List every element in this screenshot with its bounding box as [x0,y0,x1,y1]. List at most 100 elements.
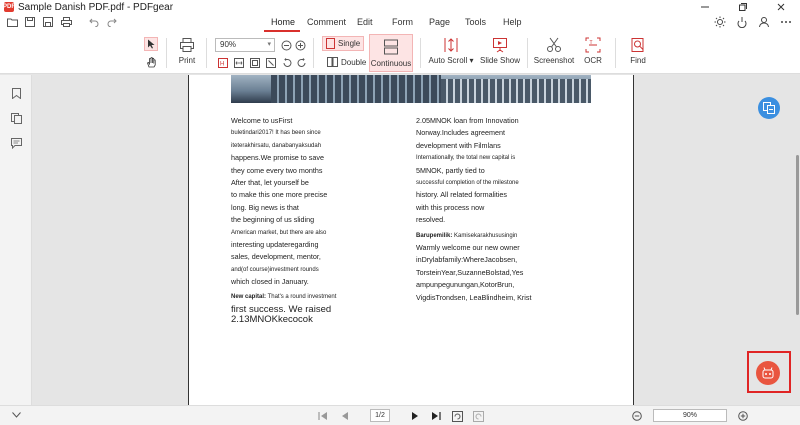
text-line: successful completion of the milestone [416,180,519,187]
continuous-label: Continuous [370,59,412,68]
tab-edit[interactable]: Edit [357,17,373,27]
robot-icon [762,367,774,379]
svg-text:T: T [590,40,593,46]
previous-page-button[interactable] [339,410,351,422]
building-image [231,75,591,103]
slide-show-button[interactable]: Slide Show [480,37,520,65]
new-capital-line: New capital: That's a round investment [231,293,337,300]
title-bar: PDF Sample Danish PDF.pdf - PDFgear [0,0,800,14]
more-icon[interactable] [780,16,792,28]
rotate-left-icon [283,58,292,67]
text-line: to make this one more precise [231,190,328,200]
text-line: resolved. [416,215,446,225]
forward-view-icon [472,410,484,422]
zoom-in-icon [295,40,305,50]
text-line: interesting updateregarding [231,240,319,250]
auto-scroll-button[interactable]: Auto Scroll ▾ [428,37,474,65]
ocr-label: OCR [584,56,602,65]
fit-width-icon [234,58,244,68]
text-line: long. Big news is that [231,202,299,212]
comments-button[interactable] [10,137,22,149]
status-zoom-field[interactable]: 90% [653,409,727,422]
tab-help[interactable]: Help [503,17,522,27]
print-button[interactable]: Print [176,37,198,65]
find-icon [631,38,644,52]
screenshot-label: Screenshot [533,56,575,65]
continuous-button[interactable]: Continuous [369,34,413,72]
close-button[interactable] [762,0,800,14]
window-title: Sample Danish PDF.pdf - PDFgear [18,1,174,13]
ocr-button[interactable]: T OCR [582,37,604,65]
fit-visible-button[interactable] [265,57,277,69]
ocr-icon: T [585,37,601,53]
last-page-button[interactable] [430,410,442,422]
thumbnails-button[interactable] [10,112,22,124]
chevron-down-icon: ▾ [267,41,271,48]
page-number-input[interactable]: 1/2 [370,409,390,422]
share-icon[interactable] [736,16,748,28]
zoom-in-button[interactable] [294,39,306,51]
maximize-button[interactable] [724,0,762,14]
actual-size-button[interactable] [249,57,261,69]
rotate-right-button[interactable] [296,57,308,69]
screenshot-button[interactable]: Screenshot [533,37,575,65]
zoom-out-icon [632,411,642,421]
next-page-icon [412,412,418,420]
collapse-sidebar-button[interactable] [10,409,22,421]
tab-home[interactable]: Home [271,17,295,27]
theme-icon[interactable] [714,16,726,28]
auto-scroll-icon [444,38,458,52]
document-viewport[interactable]: Welcome to usFirst buletindari2017! It h… [33,75,800,405]
fit-width-button[interactable] [233,57,245,69]
text-line: Warmly welcome our new owner [416,243,520,253]
account-icon[interactable] [758,16,770,28]
status-zoom-out-button[interactable] [631,410,643,422]
hand-tool-button[interactable] [145,56,157,68]
zoom-out-button[interactable] [280,39,292,51]
app-logo-icon: PDF [3,2,15,12]
zoom-in-icon [738,411,748,421]
go-forward-view-button[interactable] [472,410,484,422]
minimize-button[interactable] [686,0,724,14]
convert-float-button[interactable] [758,97,780,119]
tab-comment[interactable]: Comment [307,17,346,27]
ribbon-toolbar: Print 90% ▾ H Single Double Continuous A… [0,32,800,74]
last-page-icon [432,412,441,420]
text-line: which closed in January. [231,277,309,287]
fit-page-button[interactable]: H [217,57,229,69]
printer-icon [180,38,194,52]
text-line: Norway.Includes agreement [416,128,505,138]
rotate-left-button[interactable] [281,57,293,69]
pages-icon [10,112,22,124]
zoom-select[interactable]: 90% ▾ [215,38,275,52]
tab-tools[interactable]: Tools [465,17,486,27]
vertical-scrollbar[interactable] [794,75,800,405]
status-zoom-in-button[interactable] [737,410,749,422]
status-zoom-value: 90% [682,412,697,419]
ai-assistant-button[interactable] [756,361,780,385]
text-line: iteterakhirsatu, danabanyaksudah [231,142,322,149]
first-page-button[interactable] [317,410,329,422]
svg-text:H: H [220,62,224,68]
tab-page[interactable]: Page [429,17,450,27]
zoom-out-icon [281,40,291,50]
double-page-button[interactable]: Double [324,56,369,68]
next-page-button[interactable] [409,410,421,422]
single-label: Single [338,39,361,48]
text-line: history. All related formalities [416,190,507,200]
hand-icon [146,56,156,67]
rotate-right-icon [297,58,306,67]
tab-form[interactable]: Form [392,17,413,27]
select-tool-button[interactable] [144,37,158,51]
text-line: American market, but there are also [231,229,327,236]
scroll-thumb[interactable] [796,155,799,315]
bookmark-button[interactable] [10,87,22,99]
comment-icon [10,137,22,149]
find-button[interactable]: Find [628,37,648,65]
single-page-button[interactable]: Single [322,36,365,51]
go-back-view-button[interactable] [451,410,463,422]
fit-page-icon: H [218,58,228,68]
double-label: Double [341,57,367,67]
restore-icon [739,3,747,11]
text-line: buletindari2017! It has been since [231,130,321,137]
